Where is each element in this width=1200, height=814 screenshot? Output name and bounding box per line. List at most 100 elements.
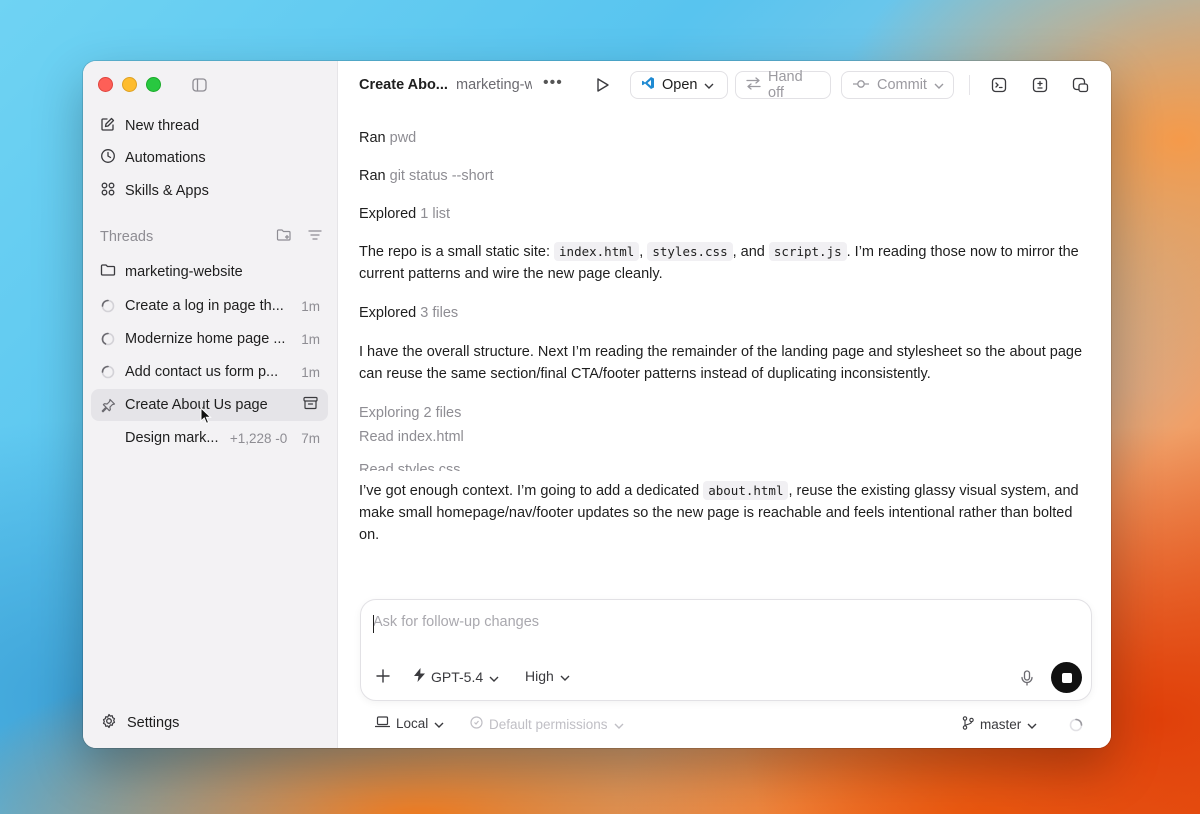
- laptop-icon: [374, 716, 391, 731]
- code-span: index.html: [554, 242, 640, 261]
- divider: [969, 75, 970, 95]
- plus-icon[interactable]: [375, 668, 391, 689]
- window-controls: [98, 77, 161, 92]
- ran-step[interactable]: Ran git status --short: [359, 165, 494, 187]
- explored-step[interactable]: Explored 3 files: [359, 302, 458, 324]
- more-icon[interactable]: •••: [543, 74, 563, 92]
- effort-selector[interactable]: High: [525, 668, 570, 684]
- ran-step[interactable]: Ran pwd: [359, 127, 416, 149]
- project-name: marketing-website: [456, 77, 532, 93]
- copy-window-icon[interactable]: [1072, 77, 1089, 98]
- threads-title: Threads: [100, 229, 154, 245]
- nav-label: Automations: [125, 150, 206, 166]
- skills-apps-button[interactable]: Skills & Apps: [100, 178, 209, 204]
- read-step: Read index.html: [359, 429, 464, 445]
- diff-icon[interactable]: [1032, 77, 1048, 98]
- followup-input[interactable]: Ask for follow-up changes: [373, 614, 539, 630]
- lightning-icon: [414, 668, 425, 685]
- thread-item[interactable]: Add contact us form p... 1m: [91, 356, 328, 388]
- assistant-message: The repo is a small static site: index.h…: [359, 242, 1079, 282]
- vscode-icon: [641, 76, 655, 94]
- read-step-clipped: Read styles.css: [359, 462, 461, 471]
- open-button[interactable]: Open: [630, 71, 728, 99]
- pin-icon[interactable]: [91, 398, 125, 413]
- explored-step[interactable]: Explored 1 list: [359, 203, 450, 225]
- handoff-button[interactable]: Hand off: [735, 69, 831, 101]
- swap-icon: [746, 76, 761, 94]
- chevron-down-icon: [614, 717, 624, 732]
- spinner-icon: [91, 332, 125, 346]
- chevron-down-icon: [934, 77, 944, 93]
- chevron-down-icon: [704, 77, 714, 93]
- model-label: GPT-5.4: [431, 668, 484, 685]
- clock-icon: [100, 148, 116, 168]
- settings-button[interactable]: Settings: [101, 713, 179, 733]
- composer[interactable]: Ask for follow-up changes GPT-5.4 High: [360, 599, 1092, 701]
- footer-bar: Local Default permissions master: [338, 713, 1111, 735]
- thread-label: Create a log in page th...: [125, 298, 284, 314]
- code-span: styles.css: [647, 242, 733, 261]
- command-text: git status --short: [389, 168, 494, 184]
- new-thread-button[interactable]: New thread: [100, 113, 199, 139]
- archive-icon[interactable]: [303, 396, 328, 414]
- settings-label: Settings: [127, 715, 180, 731]
- chevron-down-icon: [560, 668, 570, 684]
- chevron-down-icon: [1027, 717, 1037, 732]
- thread-item[interactable]: Modernize home page ... 1m: [91, 323, 328, 355]
- project-folder[interactable]: marketing-website: [100, 259, 243, 285]
- terminal-icon[interactable]: [991, 77, 1007, 98]
- branch-label: master: [980, 717, 1022, 732]
- thread-title: Create Abo...: [359, 77, 448, 93]
- permissions-label: Default permissions: [489, 716, 608, 732]
- chevron-down-icon: [434, 716, 444, 731]
- code-span: about.html: [703, 481, 789, 500]
- branch-selector[interactable]: master: [962, 716, 1037, 733]
- commit-button[interactable]: Commit: [841, 71, 954, 99]
- thread-time: 1m: [301, 298, 320, 314]
- branch-icon: [962, 716, 974, 733]
- play-icon[interactable]: [596, 77, 610, 98]
- app-window: New thread Automations Skills & Apps Thr…: [83, 61, 1111, 748]
- zoom-window-button[interactable]: [146, 77, 161, 92]
- stop-icon: [1061, 672, 1072, 683]
- thread-label: Add contact us form p...: [125, 364, 279, 380]
- sidebar-toggle-icon[interactable]: [192, 78, 207, 97]
- text-caret: [373, 615, 374, 633]
- assistant-message: I have the overall structure. Next I’m r…: [359, 344, 1083, 382]
- microphone-icon[interactable]: [1021, 670, 1033, 691]
- stop-button[interactable]: [1051, 662, 1082, 693]
- thread-time: 1m: [301, 331, 320, 347]
- automations-button[interactable]: Automations: [100, 145, 206, 171]
- exploring-status: Exploring 2 files: [359, 405, 462, 421]
- env-label: Local: [396, 716, 429, 731]
- main-panel: Create Abo... marketing-website ••• Open…: [338, 61, 1111, 748]
- environment-selector[interactable]: Local: [374, 716, 444, 731]
- minimize-window-button[interactable]: [122, 77, 137, 92]
- threads-header: Threads: [100, 227, 322, 247]
- mouse-cursor-icon: [200, 406, 212, 430]
- folder-icon: [100, 262, 116, 282]
- new-folder-icon[interactable]: [276, 228, 292, 246]
- thread-time: 1m: [301, 364, 320, 380]
- command-text: pwd: [389, 130, 417, 146]
- commit-icon: [852, 77, 870, 93]
- commit-label: Commit: [877, 77, 927, 93]
- chevron-down-icon: [489, 669, 499, 685]
- open-label: Open: [662, 77, 698, 93]
- filter-icon[interactable]: [308, 229, 322, 245]
- spinner-icon: [91, 365, 125, 379]
- permissions-selector[interactable]: Default permissions: [470, 716, 624, 732]
- assistant-message: I’ve got enough context. I’m going to ad…: [359, 481, 1079, 543]
- project-label: marketing-website: [125, 264, 243, 280]
- loading-spinner-icon: [1069, 718, 1083, 735]
- model-selector[interactable]: GPT-5.4: [414, 668, 499, 685]
- topbar: Create Abo... marketing-website ••• Open…: [338, 61, 1111, 111]
- thread-label: Create About Us page: [125, 397, 268, 413]
- nav-label: New thread: [125, 118, 200, 134]
- close-window-button[interactable]: [98, 77, 113, 92]
- thread-item[interactable]: Create a log in page th... 1m: [91, 290, 328, 322]
- nav-label: Skills & Apps: [125, 183, 209, 199]
- thread-time: 7m: [301, 430, 320, 446]
- code-span: script.js: [768, 242, 847, 261]
- gear-icon: [101, 713, 117, 733]
